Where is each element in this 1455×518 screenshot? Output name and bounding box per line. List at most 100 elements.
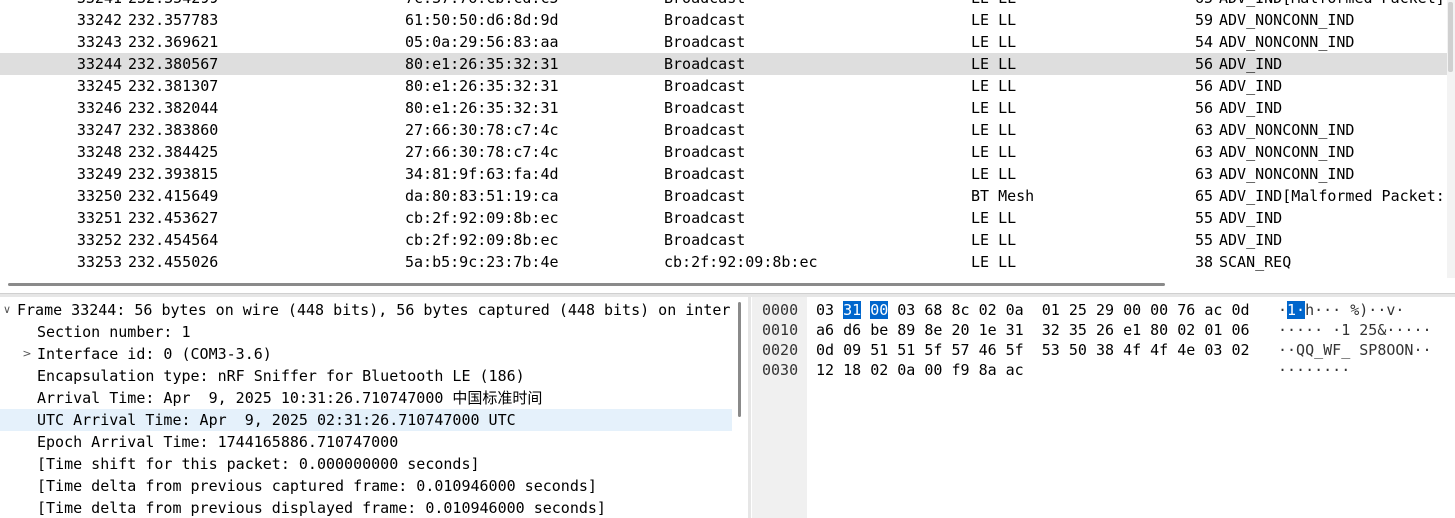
ascii-dump[interactable]: ·1·h··· %)··v· (1278, 300, 1404, 320)
hex-byte[interactable]: e1 (1123, 321, 1141, 339)
ascii-dump[interactable]: ····· ·1 25&····· (1278, 320, 1432, 340)
hex-byte[interactable]: 5f (1006, 341, 1024, 359)
packet-row[interactable]: 33251 232.453627 cb:2f:92:09:8b:ec Broadcas… (0, 207, 1455, 229)
hex-bytes[interactable]: 12 18 02 0a 00 f9 8a ac (816, 360, 1024, 380)
hex-byte[interactable]: 01 (1204, 321, 1222, 339)
detail-row[interactable]: ∨ Frame 33244: 56 bytes on wire (448 bits… (0, 299, 732, 321)
ascii-dump[interactable]: ··QQ_WF_ SP8OON·· (1278, 340, 1432, 360)
hex-byte[interactable]: 0a (1006, 301, 1024, 319)
hex-byte[interactable]: 0d (1231, 301, 1249, 319)
hex-byte[interactable]: 4f (1150, 341, 1168, 359)
packet-row[interactable]: 33246 232.382044 80:e1:26:35:32:31 Broadcas… (0, 97, 1455, 119)
hex-byte[interactable]: 4e (1177, 341, 1195, 359)
hex-byte[interactable]: 8c (951, 301, 969, 319)
hex-byte[interactable]: 31 (1006, 321, 1024, 339)
hex-byte[interactable]: 57 (951, 341, 969, 359)
detail-row[interactable]: Encapsulation type: nRF Sniffer for Blue… (0, 365, 732, 387)
packet-row[interactable]: 33243 232.369621 05:0a:29:56:83:aa Broadcas… (0, 31, 1455, 53)
packet-list-vertical-scrollbar[interactable] (1447, 0, 1455, 278)
ascii-selected-text[interactable]: 1· (1287, 301, 1306, 319)
hex-byte[interactable]: 53 (1042, 341, 1060, 359)
hex-byte[interactable]: 76 (1177, 301, 1195, 319)
hex-byte[interactable]: 80 (1150, 321, 1168, 339)
detail-row[interactable]: Section number: 1 (0, 321, 732, 343)
hex-byte[interactable]: 18 (843, 361, 861, 379)
hex-bytes[interactable]: 0d 09 51 51 5f 57 46 5f 53 50 38 4f 4f 4… (816, 340, 1250, 360)
hex-byte[interactable]: 8e (924, 321, 942, 339)
packet-row[interactable]: 33245 232.381307 80:e1:26:35:32:31 Broadcas… (0, 75, 1455, 97)
hex-byte[interactable]: 01 (1042, 301, 1060, 319)
hex-byte[interactable]: 09 (843, 341, 861, 359)
hex-byte[interactable]: 12 (816, 361, 834, 379)
expanded-chevron-icon[interactable]: ∨ (1, 299, 13, 321)
packet-row[interactable]: 33249 232.393815 34:81:9f:63:fa:4d Broadcas… (0, 163, 1455, 185)
packet-list-horizontal-scrollbar[interactable] (0, 280, 1455, 290)
hex-byte[interactable]: 00 (1123, 301, 1141, 319)
detail-row[interactable]: Arrival Time: Apr 9, 2025 10:31:26.71074… (0, 387, 732, 409)
hex-byte[interactable]: 31 (843, 301, 862, 319)
packet-details-tree[interactable]: ∨ Frame 33244: 56 bytes on wire (448 bits… (0, 297, 732, 518)
hex-byte[interactable]: 03 (816, 301, 834, 319)
detail-row[interactable]: [Time shift for this packet: 0.000000000… (0, 453, 732, 475)
hex-byte[interactable]: 02 (870, 361, 888, 379)
hex-byte[interactable]: be (870, 321, 888, 339)
hex-byte[interactable]: 00 (1150, 301, 1168, 319)
hex-byte[interactable]: 02 (1231, 341, 1249, 359)
details-bytes-splitter[interactable] (748, 297, 751, 518)
hex-byte[interactable]: 0d (816, 341, 834, 359)
detail-row[interactable]: [Time delta from previous displayed fram… (0, 497, 732, 518)
hex-byte[interactable]: 26 (1096, 321, 1114, 339)
hex-byte[interactable]: 89 (897, 321, 915, 339)
packet-row[interactable]: 33247 232.383860 27:66:30:78:c7:4c Broadcas… (0, 119, 1455, 141)
hex-byte[interactable]: 51 (870, 341, 888, 359)
hex-byte[interactable]: 20 (951, 321, 969, 339)
hex-byte[interactable]: 46 (979, 341, 997, 359)
detail-row[interactable]: > Interface id: 0 (COM3-3.6) (0, 343, 732, 365)
hex-bytes[interactable]: 03 31 00 03 68 8c 02 0a 01 25 29 00 00 7… (816, 300, 1250, 320)
hex-byte[interactable]: 51 (897, 341, 915, 359)
packet-list[interactable]: 33241 232.354299 7c:37:76:cb:cd:c5 Broadcas… (0, 0, 1455, 278)
hex-byte[interactable]: d6 (843, 321, 861, 339)
hex-bytes[interactable]: a6 d6 be 89 8e 20 1e 31 32 35 26 e1 80 0… (816, 320, 1250, 340)
hex-byte[interactable]: 29 (1096, 301, 1114, 319)
hex-byte[interactable]: 03 (897, 301, 915, 319)
hex-byte[interactable]: 06 (1231, 321, 1249, 339)
hex-byte[interactable]: ac (1006, 361, 1024, 379)
packet-row[interactable]: 33244 232.380567 80:e1:26:35:32:31 Broadcas… (0, 53, 1455, 75)
details-scroll-thumb[interactable] (738, 302, 741, 417)
hex-byte[interactable]: 03 (1204, 341, 1222, 359)
hex-byte[interactable]: 02 (1177, 321, 1195, 339)
hex-byte[interactable]: ac (1204, 301, 1222, 319)
packet-bytes-pane[interactable]: 0000 03 31 00 03 68 8c 02 0a 01 25 29 00 … (752, 297, 1455, 518)
packet-row[interactable]: 33253 232.455026 5a:b5:9c:23:7b:4e cb:2f:92… (0, 251, 1455, 273)
hex-byte[interactable]: 50 (1069, 341, 1087, 359)
detail-row[interactable]: Epoch Arrival Time: 1744165886.710747000 (0, 431, 732, 453)
packet-row[interactable]: 33248 232.384425 27:66:30:78:c7:4c Broadcas… (0, 141, 1455, 163)
details-scrollbar[interactable] (735, 297, 745, 518)
ascii-dump[interactable]: ········ (1278, 360, 1350, 380)
detail-row[interactable]: [Time delta from previous captured frame… (0, 475, 732, 497)
packet-row[interactable]: 33242 232.357783 61:50:50:d6:8d:9d Broadcas… (0, 9, 1455, 31)
hex-byte[interactable]: 25 (1069, 301, 1087, 319)
packet-list-scroll-thumb[interactable] (1448, 2, 1453, 72)
hex-byte[interactable]: 5f (924, 341, 942, 359)
hex-byte[interactable]: f9 (951, 361, 969, 379)
packet-list-hscroll-thumb[interactable] (8, 283, 1165, 286)
packet-row[interactable]: 33252 232.454564 cb:2f:92:09:8b:ec Broadcas… (0, 229, 1455, 251)
hex-byte[interactable]: 68 (924, 301, 942, 319)
hex-byte[interactable]: 02 (979, 301, 997, 319)
hex-byte[interactable]: 0a (897, 361, 915, 379)
hex-byte[interactable]: 00 (924, 361, 942, 379)
hex-byte[interactable]: 32 (1042, 321, 1060, 339)
hex-byte[interactable]: 35 (1069, 321, 1087, 339)
collapsed-chevron-icon[interactable]: > (21, 343, 33, 365)
hex-byte[interactable]: a6 (816, 321, 834, 339)
hex-byte[interactable]: 8a (979, 361, 997, 379)
packet-row[interactable]: 33250 232.415649 da:80:83:51:19:ca Broadcas… (0, 185, 1455, 207)
hex-byte[interactable]: 00 (870, 301, 889, 319)
hex-byte[interactable]: 38 (1096, 341, 1114, 359)
detail-row[interactable]: UTC Arrival Time: Apr 9, 2025 02:31:26.7… (0, 409, 732, 431)
hex-byte[interactable]: 1e (979, 321, 997, 339)
hex-byte[interactable]: 4f (1123, 341, 1141, 359)
packet-row[interactable]: 33241 232.354299 7c:37:76:cb:cd:c5 Broadcas… (0, 0, 1455, 9)
